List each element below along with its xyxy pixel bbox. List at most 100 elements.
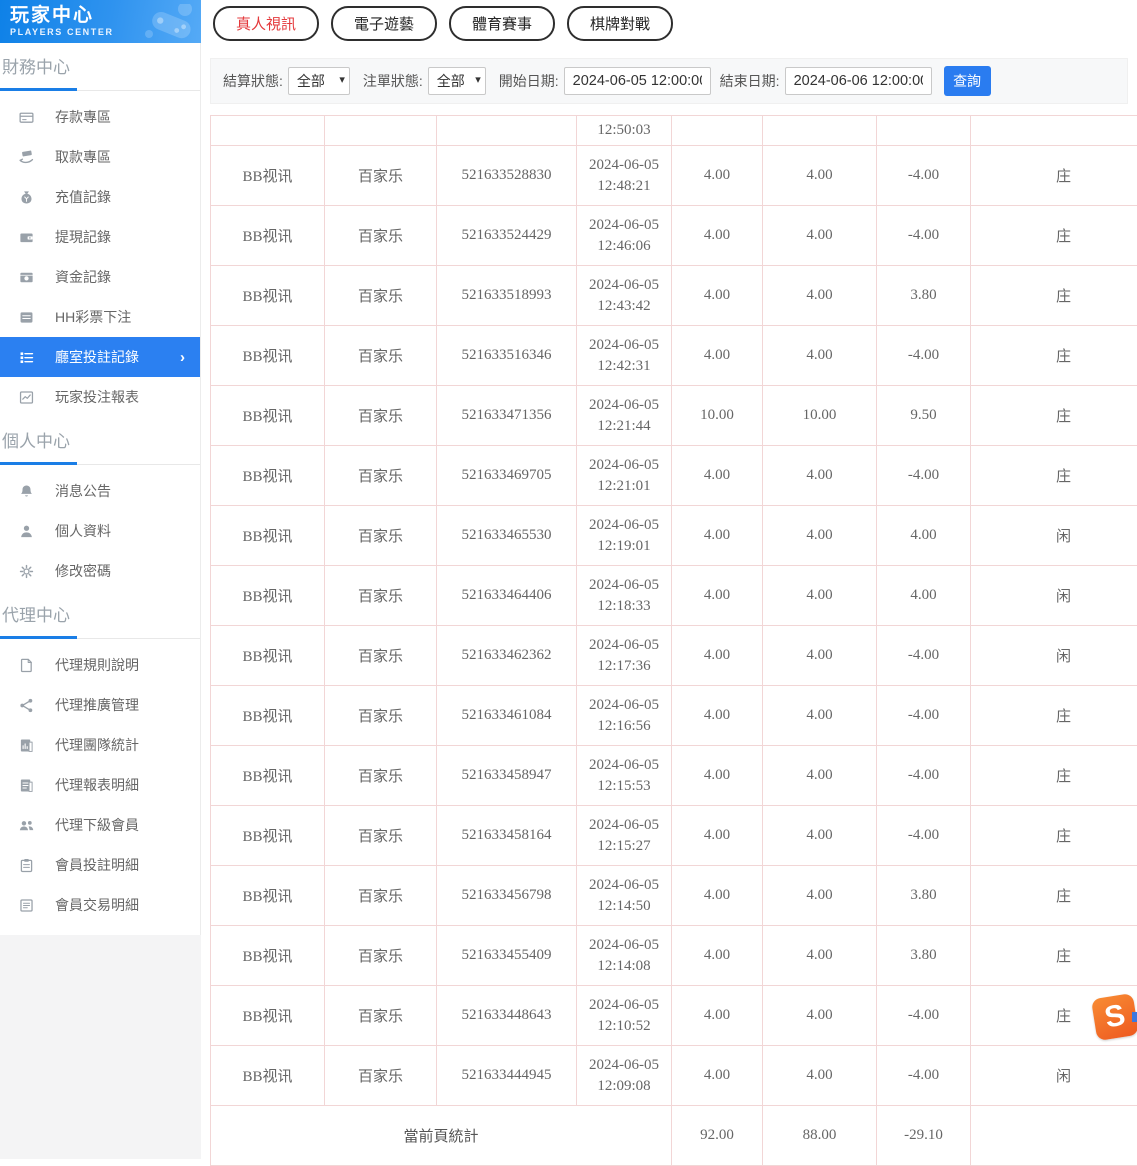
cell-result: 庄 bbox=[971, 926, 1137, 986]
sidebar: 玩家中心 PLAYERS CENTER 財務中心存款專區取款專區充值記錄提現記錄… bbox=[0, 0, 201, 1159]
cell-bet-time: 2024-06-0512:18:33 bbox=[577, 566, 672, 626]
sidebar-item-change-password[interactable]: 修改密碼 bbox=[0, 551, 200, 591]
card-icon bbox=[18, 109, 35, 126]
cell-empty bbox=[325, 116, 437, 146]
cell-bet-amount: 4.00 bbox=[672, 506, 763, 566]
footer-winloss-total: -29.10 bbox=[877, 1106, 971, 1166]
start-date-input[interactable] bbox=[564, 67, 711, 95]
cell-platform: BB视讯 bbox=[211, 866, 325, 926]
cell-bet-time: 2024-06-0512:15:27 bbox=[577, 806, 672, 866]
cell-valid-amount: 4.00 bbox=[763, 866, 877, 926]
sidebar-item-recharge-records[interactable]: 充值記錄 bbox=[0, 177, 200, 217]
cell-bet-time: 2024-06-0512:46:06 bbox=[577, 206, 672, 266]
table-row: BB视讯百家乐5216334589472024-06-0512:15:534.0… bbox=[211, 746, 1137, 806]
cell-bet-amount: 4.00 bbox=[672, 746, 763, 806]
cell-order-number: 521633462362 bbox=[437, 626, 577, 686]
start-date-label: 開始日期: bbox=[499, 71, 559, 91]
sidebar-item-agent-team-stats[interactable]: 代理團隊統計 bbox=[0, 725, 200, 765]
sidebar-item-player-bet-report[interactable]: 玩家投注報表 bbox=[0, 377, 200, 417]
order-status-select[interactable]: 全部 bbox=[428, 67, 486, 95]
category-tabbar: 真人視訊電子遊藝體育賽事棋牌對戰 bbox=[201, 0, 1137, 47]
sidebar-item-label: 代理推廣管理 bbox=[55, 695, 139, 715]
cell-empty bbox=[971, 116, 1137, 146]
cell-game: 百家乐 bbox=[325, 446, 437, 506]
cell-game: 百家乐 bbox=[325, 806, 437, 866]
table-row: BB视讯百家乐5216334486432024-06-0512:10:524.0… bbox=[211, 986, 1137, 1046]
cell-win-loss: 3.80 bbox=[877, 926, 971, 986]
sidebar-item-member-transaction-detail[interactable]: 會員交易明細 bbox=[0, 885, 200, 925]
cell-game: 百家乐 bbox=[325, 146, 437, 206]
cell-bet-amount: 4.00 bbox=[672, 326, 763, 386]
cell-valid-amount: 4.00 bbox=[763, 146, 877, 206]
footer-bet-total: 92.00 bbox=[672, 1106, 763, 1166]
cell-result: 庄 bbox=[971, 326, 1137, 386]
cell-platform: BB视讯 bbox=[211, 146, 325, 206]
bet-records-table: 12:50:03BB视讯百家乐5216335288302024-06-0512:… bbox=[210, 115, 1137, 1166]
cell-order-number: 521633516346 bbox=[437, 326, 577, 386]
gamepad-decoration-icon bbox=[129, 4, 199, 43]
query-button[interactable]: 查詢 bbox=[944, 66, 991, 96]
cell-game: 百家乐 bbox=[325, 206, 437, 266]
cell-win-loss: -4.00 bbox=[877, 1046, 971, 1106]
section-heading: 財務中心 bbox=[0, 43, 200, 80]
settle-status-select[interactable]: 全部 bbox=[288, 67, 350, 95]
sidebar-item-agent-promotion[interactable]: 代理推廣管理 bbox=[0, 685, 200, 725]
user-icon bbox=[18, 523, 35, 540]
cell-game: 百家乐 bbox=[325, 326, 437, 386]
table-row: BB视讯百家乐5216334655302024-06-0512:19:014.0… bbox=[211, 506, 1137, 566]
sidebar-item-funds-records[interactable]: 資金記錄 bbox=[0, 257, 200, 297]
sidebar-item-room-bet-records[interactable]: 廳室投註記錄 › bbox=[0, 337, 200, 377]
chevron-right-icon: › bbox=[180, 349, 185, 366]
tab-board-card-battle[interactable]: 棋牌對戰 bbox=[567, 6, 673, 41]
cell-bet-amount: 4.00 bbox=[672, 566, 763, 626]
cell-game: 百家乐 bbox=[325, 1046, 437, 1106]
sidebar-item-agent-report-detail[interactable]: 代理報表明細 bbox=[0, 765, 200, 805]
sidebar-item-label: 代理下級會員 bbox=[55, 815, 139, 835]
cell-game: 百家乐 bbox=[325, 686, 437, 746]
cell-bet-amount: 4.00 bbox=[672, 926, 763, 986]
sidebar-item-label: 消息公告 bbox=[55, 481, 111, 501]
cell-win-loss: -4.00 bbox=[877, 326, 971, 386]
sidebar-item-hh-lottery-bets[interactable]: HH彩票下注 bbox=[0, 297, 200, 337]
cell-bet-time: 2024-06-0512:15:53 bbox=[577, 746, 672, 806]
tab-electronic-games[interactable]: 電子遊藝 bbox=[331, 6, 437, 41]
end-date-input[interactable] bbox=[785, 67, 932, 95]
sidebar-item-member-bet-detail[interactable]: 會員投註明細 bbox=[0, 845, 200, 885]
table-row: BB视讯百家乐5216334449452024-06-0512:09:084.0… bbox=[211, 1046, 1137, 1106]
sidebar-item-label: 廳室投註記錄 bbox=[55, 347, 139, 367]
sidebar-item-announcements[interactable]: 消息公告 bbox=[0, 471, 200, 511]
sidebar-item-withdrawal-records[interactable]: 提現記錄 bbox=[0, 217, 200, 257]
section-heading: 代理中心 bbox=[0, 591, 200, 628]
table-row-partial: 12:50:03 bbox=[211, 116, 1137, 146]
cell-order-number: 521633469705 bbox=[437, 446, 577, 506]
cell-result: 庄 bbox=[971, 446, 1137, 506]
cell-valid-amount: 4.00 bbox=[763, 626, 877, 686]
cell-result: 闲 bbox=[971, 566, 1137, 626]
cell-bet-time: 2024-06-0512:43:42 bbox=[577, 266, 672, 326]
cell-platform: BB视讯 bbox=[211, 686, 325, 746]
menu-list: 消息公告個人資料修改密碼 bbox=[0, 465, 200, 591]
sidebar-item-label: 充值記錄 bbox=[55, 187, 111, 207]
cell-platform: BB视讯 bbox=[211, 446, 325, 506]
sidebar-item-agent-rules[interactable]: 代理規則說明 bbox=[0, 645, 200, 685]
cell-order-number: 521633456798 bbox=[437, 866, 577, 926]
cell-order-number: 521633528830 bbox=[437, 146, 577, 206]
document-icon bbox=[18, 657, 35, 674]
sidebar-item-profile[interactable]: 個人資料 bbox=[0, 511, 200, 551]
tab-sports-events[interactable]: 體育賽事 bbox=[449, 6, 555, 41]
sidebar-item-withdraw-area[interactable]: 取款專區 bbox=[0, 137, 200, 177]
cell-bet-time: 2024-06-0512:16:56 bbox=[577, 686, 672, 746]
cell-valid-amount: 4.00 bbox=[763, 326, 877, 386]
tab-live-video[interactable]: 真人視訊 bbox=[213, 6, 319, 41]
sogou-input-icon[interactable]: S bbox=[1091, 993, 1137, 1041]
clipboard-icon bbox=[18, 857, 35, 874]
sidebar-item-deposit-area[interactable]: 存款專區 bbox=[0, 97, 200, 137]
cell-valid-amount: 4.00 bbox=[763, 926, 877, 986]
cell-valid-amount: 4.00 bbox=[763, 446, 877, 506]
table-row: BB视讯百家乐5216334581642024-06-0512:15:274.0… bbox=[211, 806, 1137, 866]
cell-platform: BB视讯 bbox=[211, 626, 325, 686]
sidebar-item-agent-sub-members[interactable]: 代理下級會員 bbox=[0, 805, 200, 845]
cell-valid-amount: 4.00 bbox=[763, 506, 877, 566]
cell-win-loss: -4.00 bbox=[877, 806, 971, 866]
wallet-icon bbox=[18, 229, 35, 246]
